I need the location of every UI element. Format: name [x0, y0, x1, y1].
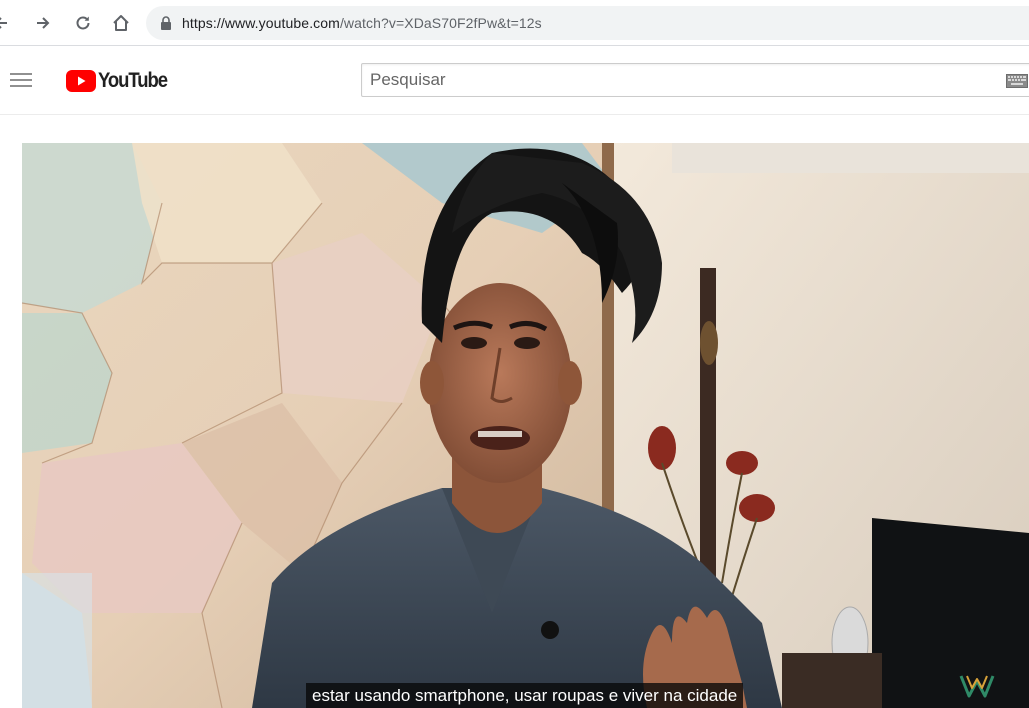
keyboard-icon[interactable]: [1006, 74, 1028, 88]
youtube-masthead: YouTube: [0, 47, 1029, 115]
url-path: /watch?v=XDaS70F2fPw&t=12s: [339, 15, 542, 31]
search-input[interactable]: [362, 64, 992, 96]
youtube-wordmark: YouTube: [98, 69, 168, 92]
url-text[interactable]: https://www.youtube.com/watch?v=XDaS70F2…: [182, 15, 542, 31]
video-player[interactable]: estar usando smartphone, usar roupas e v…: [22, 143, 1029, 708]
channel-watermark-icon[interactable]: [959, 673, 995, 699]
forward-arrow-icon: [37, 17, 50, 29]
lock-icon[interactable]: [160, 16, 172, 30]
home-button[interactable]: [108, 10, 134, 36]
guide-menu-button[interactable]: [10, 68, 34, 92]
reload-button[interactable]: [70, 10, 96, 36]
back-button[interactable]: [0, 10, 14, 36]
video-frame: [22, 143, 1029, 708]
forward-button[interactable]: [30, 10, 56, 36]
browser-toolbar: https://www.youtube.com/watch?v=XDaS70F2…: [0, 0, 1029, 46]
search-box[interactable]: [361, 63, 1029, 97]
youtube-play-icon: [66, 70, 96, 92]
youtube-logo[interactable]: YouTube: [66, 69, 176, 93]
url-host: https://www.youtube.com: [182, 15, 340, 31]
caption-text: estar usando smartphone, usar roupas e v…: [306, 683, 744, 708]
hamburger-menu-icon: [10, 73, 32, 87]
address-bar[interactable]: https://www.youtube.com/watch?v=XDaS70F2…: [146, 6, 1029, 40]
home-icon: [113, 15, 129, 31]
back-arrow-icon: [0, 17, 7, 29]
reload-icon: [76, 16, 90, 30]
